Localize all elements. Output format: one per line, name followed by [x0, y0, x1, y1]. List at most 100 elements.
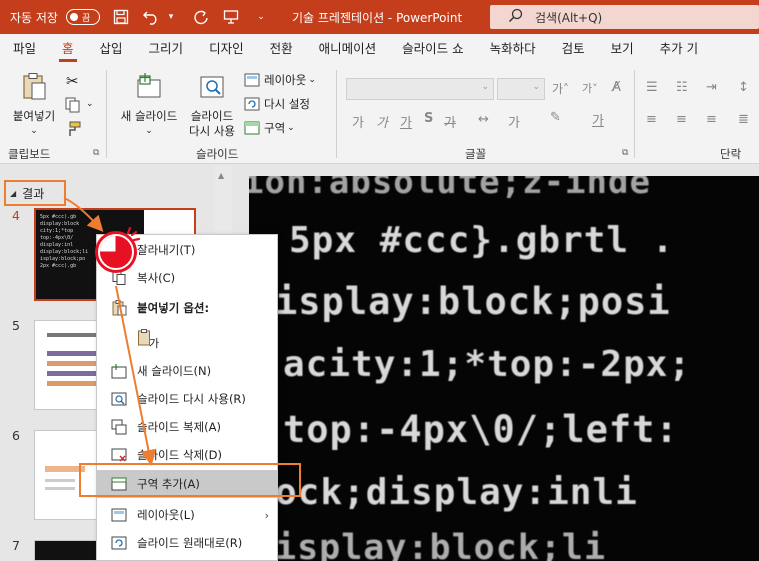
align-center-icon[interactable]: ≡ [676, 112, 687, 127]
tab-design[interactable]: 디자인 [196, 34, 257, 64]
align-left-icon[interactable]: ≡ [646, 112, 657, 127]
new-slide-button[interactable]: 새 슬라이드 ⌄ [116, 72, 182, 139]
slides-group-label: 슬라이드 [196, 147, 239, 161]
paragraph-group-label: 단락 [720, 147, 742, 161]
new-slide-icon [111, 364, 127, 379]
redo-icon[interactable] [192, 8, 210, 26]
layout-button[interactable]: 레이아웃 ⌄ [244, 72, 316, 88]
menu-item-label: 슬라이드 복제(A) [137, 420, 221, 434]
tab-record[interactable]: 녹화하다 [477, 34, 549, 64]
ribbon: 붙여넣기 ⌄ ✂ ⌄ 클립보드 ⧉ 새 슬라이드 ⌄ 슬라이드 다시 사용 레이… [0, 64, 759, 164]
tab-addins[interactable]: 추가 기 [647, 34, 711, 64]
search-box[interactable]: 검색(Alt+Q) [490, 5, 759, 29]
indent-icon[interactable]: ⇥ [706, 80, 717, 95]
code-line: acity:1;*top:-2px; [283, 344, 692, 385]
clear-format-icon[interactable]: A̸ [612, 80, 621, 95]
document-title: 기술 프레젠테이션 - PowerPoint [291, 10, 463, 25]
bold-icon[interactable]: 가 [352, 112, 364, 131]
copy-icon[interactable] [64, 96, 82, 117]
chevron-down-icon: ⌄ [308, 75, 316, 85]
chevron-down-icon[interactable]: ⌄ [86, 99, 94, 109]
tab-home[interactable]: 홈 [49, 34, 87, 64]
clipboard-launcher-icon[interactable]: ⧉ [93, 148, 99, 158]
menu-item-layout[interactable]: 레이아웃(L) › [97, 502, 277, 528]
bullets-icon[interactable]: ☰ [646, 80, 658, 95]
section-button[interactable]: 구역 ⌄ [244, 120, 295, 136]
slide-number: 5 [12, 318, 20, 333]
delete-slide-icon [111, 448, 127, 462]
chevron-right-icon: › [264, 508, 269, 522]
highlight-icon[interactable]: ✎ [550, 110, 561, 125]
paste-button[interactable]: 붙여넣기 ⌄ [8, 72, 60, 139]
toggle-state: 끔 [81, 13, 91, 24]
change-case-icon[interactable]: 가 [508, 112, 520, 131]
menu-item-label: 슬라이드 다시 사용(R) [137, 392, 246, 406]
right-click-mouse-icon [95, 226, 141, 273]
strikethrough-icon[interactable]: 가 [444, 112, 456, 131]
chevron-down-icon[interactable]: ▾ [162, 8, 180, 26]
present-icon[interactable] [222, 8, 240, 26]
code-line: ion:absolute;z-inde [249, 176, 651, 202]
reuse-line2: 다시 사용 [189, 124, 235, 138]
reset-label: 다시 설정 [264, 97, 310, 111]
reuse-slides-button[interactable]: 슬라이드 다시 사용 [184, 72, 240, 139]
menu-item-reset-slide[interactable]: 슬라이드 원래대로(R) [97, 530, 277, 556]
tab-animations[interactable]: 애니메이션 [306, 34, 390, 64]
menu-item-paste-keep-text[interactable]: 가 [97, 325, 277, 355]
tab-transitions[interactable]: 전환 [257, 34, 306, 64]
shrink-font-icon[interactable]: 가˅ [582, 80, 598, 96]
menu-item-label: 잘라내기(T) [137, 243, 196, 257]
menu-item-label: 새 슬라이드(N) [137, 364, 212, 378]
main-slide-canvas[interactable]: ion:absolute;z-inde 5px #ccc}.gbrtl . is… [249, 176, 759, 561]
font-launcher-icon[interactable]: ⧉ [622, 148, 628, 158]
font-size-combo[interactable]: ⌄ [497, 78, 545, 100]
char-spacing-icon[interactable]: ↔ [478, 112, 489, 127]
save-icon[interactable] [112, 8, 130, 26]
code-line: isplay:block;li [275, 528, 607, 561]
tab-draw[interactable]: 그리기 [136, 34, 197, 64]
underline-icon[interactable]: 가 [400, 112, 412, 131]
customize-icon[interactable]: ⌄ [252, 8, 270, 26]
search-placeholder: 검색(Alt+Q) [535, 10, 603, 25]
tab-file[interactable]: 파일 [0, 34, 49, 64]
slide-number: 6 [12, 428, 20, 443]
scroll-up-icon[interactable]: ▲ [218, 171, 224, 180]
italic-icon[interactable]: 가 [376, 112, 388, 131]
paste-option-glyph: 가 [149, 337, 160, 350]
menu-item-reuse-slides[interactable]: 슬라이드 다시 사용(R) [97, 386, 277, 412]
numbering-icon[interactable]: ☷ [676, 80, 688, 95]
tab-view[interactable]: 보기 [598, 34, 647, 64]
menu-bar: 파일 홈 삽입 그리기 디자인 전환 애니메이션 슬라이드 쇼 녹화하다 검토 … [0, 34, 759, 64]
menu-item-label: 붙여넣기 옵션: [137, 301, 210, 315]
tab-review[interactable]: 검토 [549, 34, 598, 64]
paste-icon [112, 300, 127, 316]
chevron-down-icon: ⌄ [532, 82, 540, 92]
autosave-label: 자동 저장 [10, 10, 58, 25]
font-color-icon[interactable]: 가 [592, 110, 604, 129]
section-header[interactable]: ◢ 결과 [4, 180, 66, 206]
undo-icon[interactable] [142, 8, 160, 26]
menu-item-new-slide[interactable]: 새 슬라이드(N) [97, 358, 277, 384]
tab-slideshow[interactable]: 슬라이드 쇼 [389, 34, 476, 64]
cut-icon[interactable]: ✂ [66, 72, 79, 90]
paste-label: 붙여넣기 [12, 109, 56, 123]
section-label: 구역 [264, 121, 286, 135]
autosave-toggle[interactable]: 끔 [65, 9, 100, 25]
code-line: ock;display:inli [275, 472, 638, 513]
new-slide-icon [137, 73, 161, 98]
align-right-icon[interactable]: ≡ [706, 112, 717, 127]
line-spacing-icon[interactable]: ↕ [738, 80, 749, 95]
format-painter-icon[interactable] [64, 120, 82, 141]
reuse-line1: 슬라이드 [190, 109, 234, 123]
grow-font-icon[interactable]: 가˄ [552, 80, 569, 97]
font-name-combo[interactable]: ⌄ [346, 78, 494, 100]
ribbon-divider [634, 70, 635, 158]
menu-item-label: 레이아웃(L) [137, 508, 195, 522]
justify-icon[interactable]: ≣ [738, 112, 749, 127]
shadow-icon[interactable]: S [424, 111, 433, 126]
collapse-triangle-icon[interactable]: ◢ [10, 189, 16, 198]
reset-button[interactable]: 다시 설정 [244, 96, 310, 112]
layout-icon [111, 508, 127, 522]
tab-insert[interactable]: 삽입 [87, 34, 136, 64]
menu-item-duplicate-slide[interactable]: 슬라이드 복제(A) [97, 414, 277, 440]
